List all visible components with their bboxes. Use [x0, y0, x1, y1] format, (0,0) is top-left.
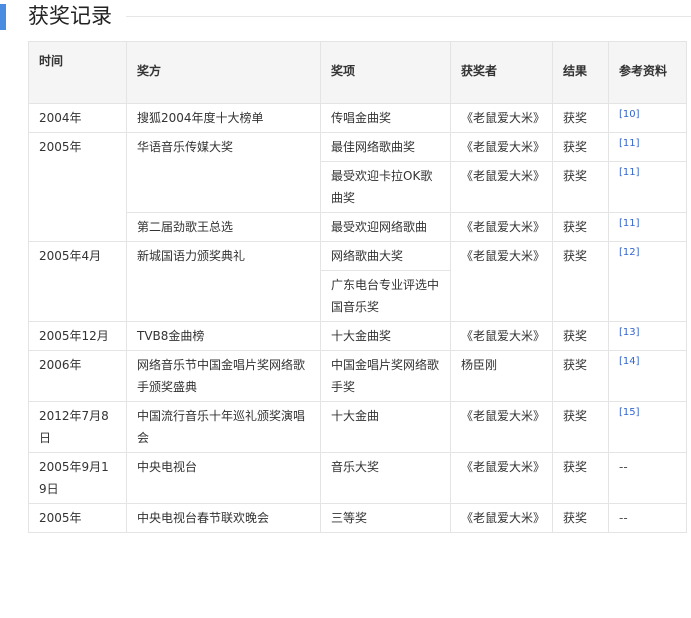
- cell-winner: 《老鼠爱大米》: [450, 401, 553, 453]
- cell-time: 2012年7月8日: [28, 401, 127, 453]
- cell-result: 获奖: [552, 503, 609, 533]
- section-divider: [126, 16, 691, 17]
- cell-award: 最受欢迎网络歌曲: [320, 212, 451, 242]
- cell-ref: [11]: [608, 212, 687, 242]
- cell-award: 三等奖: [320, 503, 451, 533]
- cell-result: 获奖: [552, 321, 609, 351]
- header-award: 奖项: [320, 41, 451, 104]
- reference-link[interactable]: [11]: [619, 138, 640, 149]
- cell-award: 广东电台专业评选中国音乐奖: [320, 270, 451, 322]
- cell-time: 2005年12月: [28, 321, 127, 351]
- table-row: 2005年12月 TVB8金曲榜 十大金曲奖 《老鼠爱大米》 获奖 [13]: [28, 321, 687, 351]
- cell-time: 2005年: [28, 503, 127, 533]
- cell-result: 获奖: [552, 212, 609, 242]
- cell-result: 获奖: [552, 241, 609, 322]
- reference-link[interactable]: [12]: [619, 247, 640, 258]
- cell-time: 2005年4月: [28, 241, 127, 322]
- table-row: 2004年 搜狐2004年度十大榜单 传唱金曲奖 《老鼠爱大米》 获奖 [10]: [28, 103, 687, 133]
- cell-winner: 《老鼠爱大米》: [450, 452, 553, 504]
- cell-ref: [13]: [608, 321, 687, 351]
- cell-award: 音乐大奖: [320, 452, 451, 504]
- cell-awarder: TVB8金曲榜: [126, 321, 321, 351]
- header-result: 结果: [552, 41, 609, 104]
- cell-awarder: 中央电视台: [126, 452, 321, 504]
- cell-winner: 《老鼠爱大米》: [450, 132, 553, 162]
- cell-time: 2004年: [28, 103, 127, 133]
- cell-ref: [12]: [608, 241, 687, 322]
- cell-award: 最佳网络歌曲奖: [320, 132, 451, 162]
- cell-awarder: 新城国语力颁奖典礼: [126, 241, 321, 322]
- cell-award: 最受欢迎卡拉OK歌曲奖: [320, 161, 451, 213]
- cell-ref: [11]: [608, 132, 687, 162]
- table-row: 2005年 中央电视台春节联欢晚会 三等奖 《老鼠爱大米》 获奖 --: [28, 503, 687, 533]
- cell-awarder: 华语音乐传媒大奖: [126, 132, 321, 213]
- section-title: 获奖记录: [28, 4, 112, 28]
- cell-winner: 《老鼠爱大米》: [450, 321, 553, 351]
- cell-winner: 《老鼠爱大米》: [450, 103, 553, 133]
- cell-ref: --: [608, 503, 687, 533]
- cell-award: 传唱金曲奖: [320, 103, 451, 133]
- cell-awarder: 中央电视台春节联欢晚会: [126, 503, 321, 533]
- cell-winner: 《老鼠爱大米》: [450, 241, 553, 322]
- header-awarder: 奖方: [126, 41, 321, 104]
- table-row: 2006年 网络音乐节中国金唱片奖网络歌手颁奖盛典 中国金唱片奖网络歌手奖 杨臣…: [28, 350, 687, 402]
- reference-link[interactable]: [11]: [619, 218, 640, 229]
- table-header-row: 时间 奖方 奖项 获奖者 结果 参考资料: [28, 41, 687, 104]
- reference-link[interactable]: [10]: [619, 109, 640, 120]
- reference-link[interactable]: [11]: [619, 167, 640, 178]
- cell-result: 获奖: [552, 132, 609, 162]
- section-header: 获奖记录: [0, 0, 691, 34]
- cell-awarder: 网络音乐节中国金唱片奖网络歌手颁奖盛典: [126, 350, 321, 402]
- cell-ref: [10]: [608, 103, 687, 133]
- reference-link[interactable]: [14]: [619, 356, 640, 367]
- cell-result: 获奖: [552, 452, 609, 504]
- table-row: 第二届劲歌王总选 最受欢迎网络歌曲 《老鼠爱大米》 获奖 [11]: [29, 212, 687, 242]
- cell-time: 2005年: [28, 132, 127, 242]
- cell-time: 2006年: [28, 350, 127, 402]
- header-ref: 参考资料: [608, 41, 687, 104]
- cell-award: 中国金唱片奖网络歌手奖: [320, 350, 451, 402]
- cell-award: 十大金曲: [320, 401, 451, 453]
- cell-winner: 《老鼠爱大米》: [450, 161, 553, 213]
- cell-time: 2005年9月19日: [28, 452, 127, 504]
- header-time: 时间: [28, 41, 127, 104]
- section-accent-bar: [0, 4, 6, 30]
- header-winner: 获奖者: [450, 41, 553, 104]
- table-row: 2012年7月8日 中国流行音乐十年巡礼颁奖演唱会 十大金曲 《老鼠爱大米》 获…: [28, 401, 687, 453]
- cell-awarder: 第二届劲歌王总选: [126, 212, 321, 242]
- table-row: 2005年9月19日 中央电视台 音乐大奖 《老鼠爱大米》 获奖 --: [28, 452, 687, 504]
- reference-link[interactable]: [15]: [619, 407, 640, 418]
- cell-result: 获奖: [552, 103, 609, 133]
- reference-link[interactable]: [13]: [619, 327, 640, 338]
- cell-winner: 杨臣刚: [450, 350, 553, 402]
- cell-ref: [11]: [608, 161, 687, 213]
- cell-result: 获奖: [552, 350, 609, 402]
- cell-result: 获奖: [552, 161, 609, 213]
- cell-award: 十大金曲奖: [320, 321, 451, 351]
- cell-award: 网络歌曲大奖: [320, 241, 451, 271]
- cell-ref: [15]: [608, 401, 687, 453]
- cell-ref: [14]: [608, 350, 687, 402]
- cell-awarder: 搜狐2004年度十大榜单: [126, 103, 321, 133]
- table-row: 2005年4月 新城国语力颁奖典礼 网络歌曲大奖 《老鼠爱大米》 获奖 [12]: [28, 241, 687, 322]
- cell-result: 获奖: [552, 401, 609, 453]
- cell-ref: --: [608, 452, 687, 504]
- cell-winner: 《老鼠爱大米》: [450, 212, 553, 242]
- cell-awarder: 中国流行音乐十年巡礼颁奖演唱会: [126, 401, 321, 453]
- awards-table: 时间 奖方 奖项 获奖者 结果 参考资料 2004年 搜狐2004年度十大榜单 …: [28, 41, 687, 533]
- cell-winner: 《老鼠爱大米》: [450, 503, 553, 533]
- table-row: 2005年 华语音乐传媒大奖 最佳网络歌曲奖 《老鼠爱大米》 获奖 [11]: [28, 132, 687, 242]
